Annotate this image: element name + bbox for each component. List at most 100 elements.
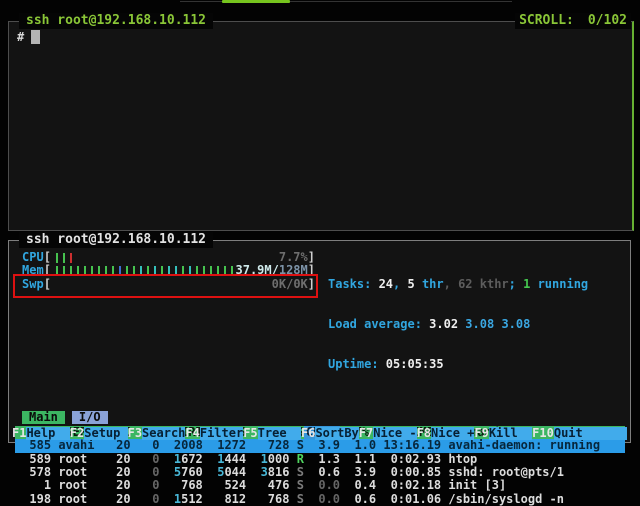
cpu-meter: CPU[ 7.7%] [22,251,315,264]
fkey-f10[interactable]: F10 [532,427,554,440]
cell-ni: 0 [131,466,160,479]
meter-bar [63,253,65,263]
fkey-f1[interactable]: F1 [12,427,26,440]
cell-time: 0:02.18 [376,479,441,492]
stats-column: Tasks: 24, 5 thr, 62 kthr; 1 running Loa… [315,251,625,398]
meter-bar [175,266,177,276]
tab-io[interactable]: I/O [72,411,108,424]
fkey-label-setup[interactable]: Setup [84,427,127,440]
fkey-label-quit[interactable]: Quit [554,427,627,440]
cell-pid: 578 [15,466,51,479]
fkey-label-tree[interactable]: Tree [258,427,301,440]
meter-bar [119,266,121,276]
tasks-line: Tasks: 24, 5 thr, 62 kthr; 1 running [328,278,625,291]
mem-meter-label: Mem [22,264,44,277]
meter-bar [63,266,65,276]
cpu-meter-bars [51,252,279,263]
swap-meter-bars [51,279,272,290]
swap-meter-label: Swp [22,278,44,291]
mem-total-value: 128M [279,264,308,277]
htop-tabs: Main I/O [15,411,625,424]
mem-meter-bars [51,266,236,277]
process-row[interactable]: 198root2001512812768S0.00.60:01.06/sbin/… [15,493,625,506]
cell-ni: 0 [131,493,160,506]
scroll-value: 0/102 [588,13,627,28]
cell-res: 524 [203,479,246,492]
meter-bar [140,266,142,276]
function-key-bar: F1HelpF2SetupF3SearchF4FilterF5TreeF6Sor… [12,427,627,440]
process-rows: 585avahi20020081272728S3.91.013:16.19ava… [15,439,625,506]
fkey-label-nice[interactable]: Nice + [431,427,474,440]
cell-state: R [289,453,303,466]
meter-bar [196,266,198,276]
terminal-pane-htop[interactable]: ssh root@192.168.10.112 CPU[ 7.7%] Mem[ … [8,240,631,443]
fkey-label-search[interactable]: Search [142,427,185,440]
cell-ni: 0 [131,453,160,466]
cell-time: 0:01.06 [376,493,441,506]
cell-pri: 20 [109,453,131,466]
process-row[interactable]: 578root200576050443816S0.63.90:00.85sshd… [15,466,625,479]
cell-user: root [58,493,109,506]
meter-bar [133,266,135,276]
cell-pri: 20 [109,493,131,506]
cell-res: 812 [203,493,246,506]
cell-command: htop [448,453,625,466]
load-average-line: Load average: 3.02 3.08 3.08 [328,318,625,331]
swap-meter-value: 0K/0K [272,278,308,291]
fkey-label-help[interactable]: Help [26,427,69,440]
meter-bar [84,266,86,276]
cell-mem: 1.1 [340,453,376,466]
terminal-cursor [31,30,40,44]
meter-bar [154,266,156,276]
terminal-pane-shell[interactable]: ssh root@192.168.10.112 SCROLL:0/102 # [8,21,634,231]
scroll-indicator: SCROLL: 0/102 [515,13,631,29]
cell-time: 0:00.85 [376,466,441,479]
video-progress-bar [222,0,290,3]
meter-bar [203,266,205,276]
mem-meter: Mem[ 37.9M/128M] [22,264,315,277]
cell-mem: 0.6 [340,493,376,506]
meter-bar [161,266,163,276]
fkey-f3[interactable]: F3 [128,427,142,440]
cell-cpu: 0.6 [304,466,340,479]
process-row[interactable]: 589root200167214441000R1.31.10:02.93htop [15,453,625,466]
cell-state: S [289,493,303,506]
meter-bar [56,253,58,263]
htop-header-area: CPU[ 7.7%] Mem[ 37.9M/128M] Swp[ 0K/0K] … [15,251,625,398]
process-row[interactable]: 1root200768524476S0.00.40:02.18init [3] [15,479,625,492]
fkey-label-nice[interactable]: Nice - [373,427,416,440]
cell-time: 0:02.93 [376,453,441,466]
cell-pri: 20 [109,479,131,492]
fkey-label-kill[interactable]: Kill [489,427,532,440]
swap-meter: Swp[ 0K/0K] [22,278,315,291]
fkey-f6[interactable]: F6 [301,427,315,440]
meter-bar [112,266,114,276]
cell-pid: 198 [15,493,51,506]
uptime-line: Uptime: 05:05:35 [328,358,625,371]
htop-app: CPU[ 7.7%] Mem[ 37.9M/128M] Swp[ 0K/0K] … [9,241,630,427]
cell-cpu: 0.0 [304,479,340,492]
screen: { "colors": { "accent_green": "#8ac637",… [0,0,640,451]
fkey-f2[interactable]: F2 [70,427,84,440]
tab-main[interactable]: Main [22,411,65,424]
meter-bar [217,266,219,276]
cell-user: root [58,453,109,466]
fkey-f4[interactable]: F4 [185,427,199,440]
cpu-meter-label: CPU [22,251,44,264]
meter-bar [224,266,226,276]
fkey-f7[interactable]: F7 [359,427,373,440]
cell-shr: 476 [246,479,289,492]
meter-bar [210,266,212,276]
cell-command: init [3] [448,479,625,492]
fkey-f8[interactable]: F8 [417,427,431,440]
scroll-label: SCROLL: [519,13,574,28]
fkey-label-filter[interactable]: Filter [200,427,243,440]
fkey-f5[interactable]: F5 [243,427,257,440]
cell-mem: 0.4 [340,479,376,492]
cell-virt: 5760 [159,466,202,479]
fkey-label-sortby[interactable]: SortBy [315,427,358,440]
meter-bar [77,266,79,276]
cell-ni: 0 [131,479,160,492]
fkey-f9[interactable]: F9 [474,427,488,440]
cell-command: sshd: root@pts/1 [448,466,625,479]
